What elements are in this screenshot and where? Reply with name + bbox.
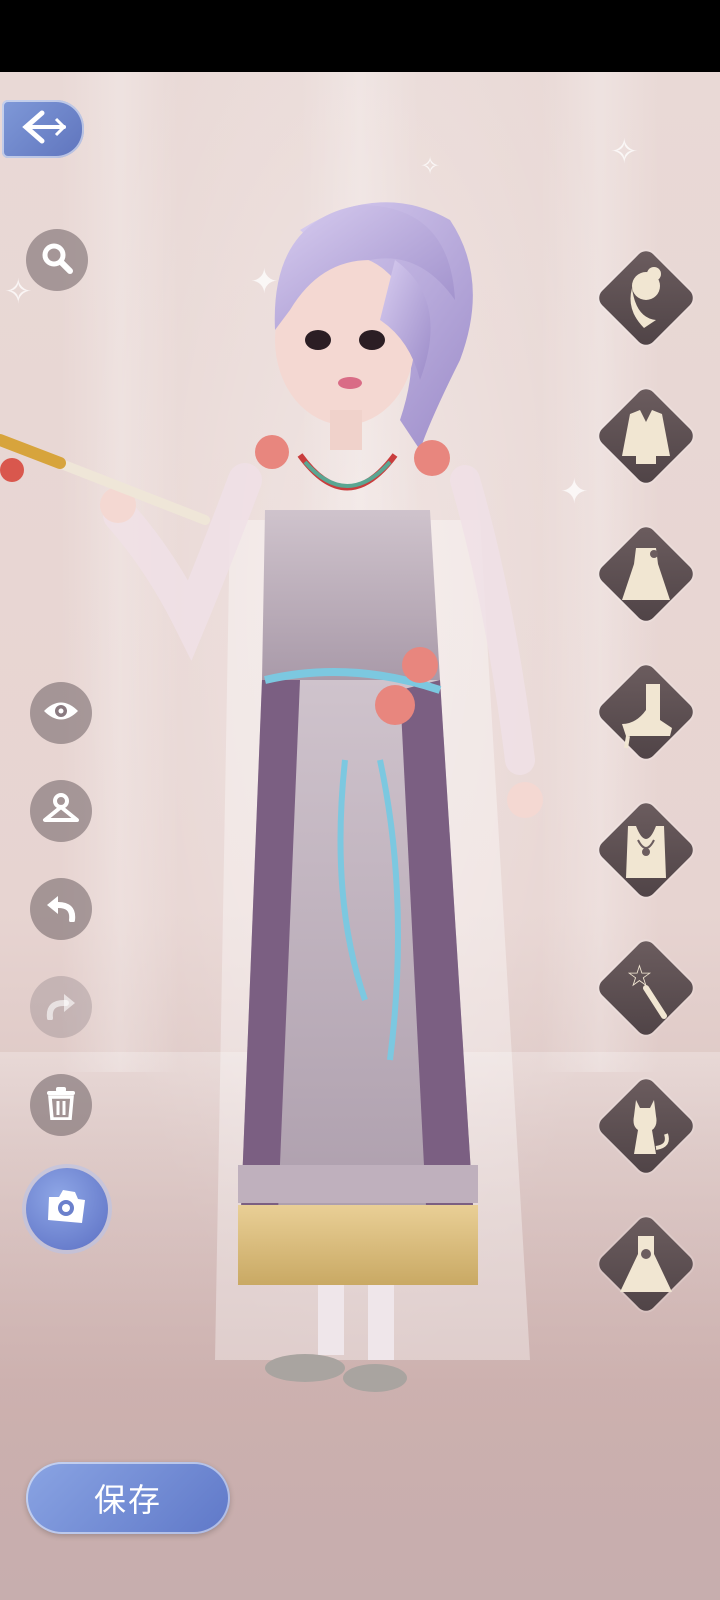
photo-mode-button[interactable] <box>26 1168 108 1250</box>
category-tab-pet[interactable] <box>595 1075 697 1177</box>
undo-icon <box>44 892 78 926</box>
outfit-button[interactable] <box>30 780 92 842</box>
cat-icon <box>633 1100 669 1154</box>
back-arrow-icon <box>20 109 67 149</box>
category-tab-shoes[interactable] <box>595 661 697 763</box>
redo-button[interactable] <box>30 976 92 1038</box>
save-button-label: 保存 <box>93 1481 162 1519</box>
necklace-icon <box>626 826 666 878</box>
camera-icon <box>45 1187 89 1231</box>
category-tab-gown[interactable] <box>595 1213 697 1315</box>
search-icon <box>40 241 74 279</box>
magic-wand-icon: ☆ <box>626 959 667 1019</box>
save-button[interactable]: 保存 <box>26 1462 230 1534</box>
hanger-icon <box>42 792 80 830</box>
category-tab-jacket[interactable] <box>595 385 697 487</box>
search-button[interactable] <box>26 229 88 291</box>
shoe-icon <box>622 684 672 749</box>
dress-icon <box>622 548 670 600</box>
delete-button[interactable] <box>30 1074 92 1136</box>
eye-icon <box>42 698 80 728</box>
category-tab-necklace[interactable] <box>595 799 697 901</box>
undo-button[interactable] <box>30 878 92 940</box>
redo-icon <box>44 990 78 1024</box>
gown-icon <box>620 1236 672 1292</box>
category-tab-hairstyle[interactable] <box>595 247 697 349</box>
trash-icon <box>45 1086 77 1124</box>
category-tab-handheld[interactable]: ☆ <box>595 937 697 1039</box>
back-button[interactable] <box>2 100 84 158</box>
hide-ui-button[interactable] <box>30 682 92 744</box>
status-bar <box>0 0 720 72</box>
hairstyle-icon <box>630 267 661 328</box>
category-tab-dress-top[interactable] <box>595 523 697 625</box>
jacket-icon <box>622 410 670 464</box>
